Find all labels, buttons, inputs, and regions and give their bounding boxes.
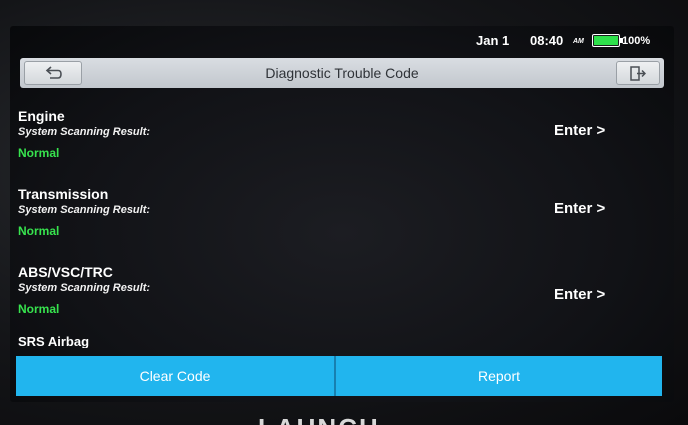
battery-percent: 100% bbox=[622, 35, 651, 47]
enter-button[interactable]: Enter > bbox=[554, 122, 605, 139]
battery-icon bbox=[592, 34, 623, 47]
enter-button[interactable]: Enter > bbox=[554, 286, 605, 303]
exit-button[interactable] bbox=[616, 61, 660, 85]
scan-status: Normal bbox=[18, 302, 60, 316]
scan-status: Normal bbox=[18, 146, 60, 160]
scan-result-label: System Scanning Result: bbox=[18, 204, 151, 216]
system-name: Transmission bbox=[18, 186, 109, 202]
status-date: Jan 1 bbox=[476, 33, 510, 48]
status-ampm: AM bbox=[573, 38, 584, 45]
device-frame: Jan 1 08:40 AM 100% Diagnostic Trouble C… bbox=[0, 0, 688, 425]
battery-fill bbox=[594, 36, 618, 45]
status-time: 08:40 bbox=[530, 33, 564, 48]
system-item-transmission: Transmission System Scanning Result: Nor… bbox=[18, 186, 658, 266]
system-item-abs: ABS/VSC/TRC System Scanning Result: Norm… bbox=[18, 264, 658, 344]
system-item-partial[interactable]: SRS Airbag bbox=[18, 334, 89, 348]
enter-button[interactable]: Enter > bbox=[554, 200, 605, 217]
brand-logo: LAUNCH bbox=[258, 404, 418, 425]
system-name: ABS/VSC/TRC bbox=[18, 264, 113, 280]
title-bar: Diagnostic Trouble Code bbox=[20, 58, 664, 88]
status-bar: Jan 1 08:40 AM 100% bbox=[10, 26, 674, 54]
scan-result-label: System Scanning Result: bbox=[18, 126, 151, 138]
brand-logo-text: LAUNCH bbox=[258, 413, 380, 425]
scan-result-label: System Scanning Result: bbox=[18, 282, 151, 294]
page-title: Diagnostic Trouble Code bbox=[265, 65, 419, 81]
scan-status: Normal bbox=[18, 224, 60, 238]
system-name: Engine bbox=[18, 108, 65, 124]
screen: Jan 1 08:40 AM 100% Diagnostic Trouble C… bbox=[10, 26, 674, 402]
report-button[interactable]: Report bbox=[336, 356, 662, 396]
exit-icon bbox=[630, 66, 646, 81]
action-bar: Clear Code Report bbox=[10, 356, 674, 396]
system-item-engine: Engine System Scanning Result: Normal En… bbox=[18, 108, 658, 188]
clear-code-button[interactable]: Clear Code bbox=[16, 356, 334, 396]
